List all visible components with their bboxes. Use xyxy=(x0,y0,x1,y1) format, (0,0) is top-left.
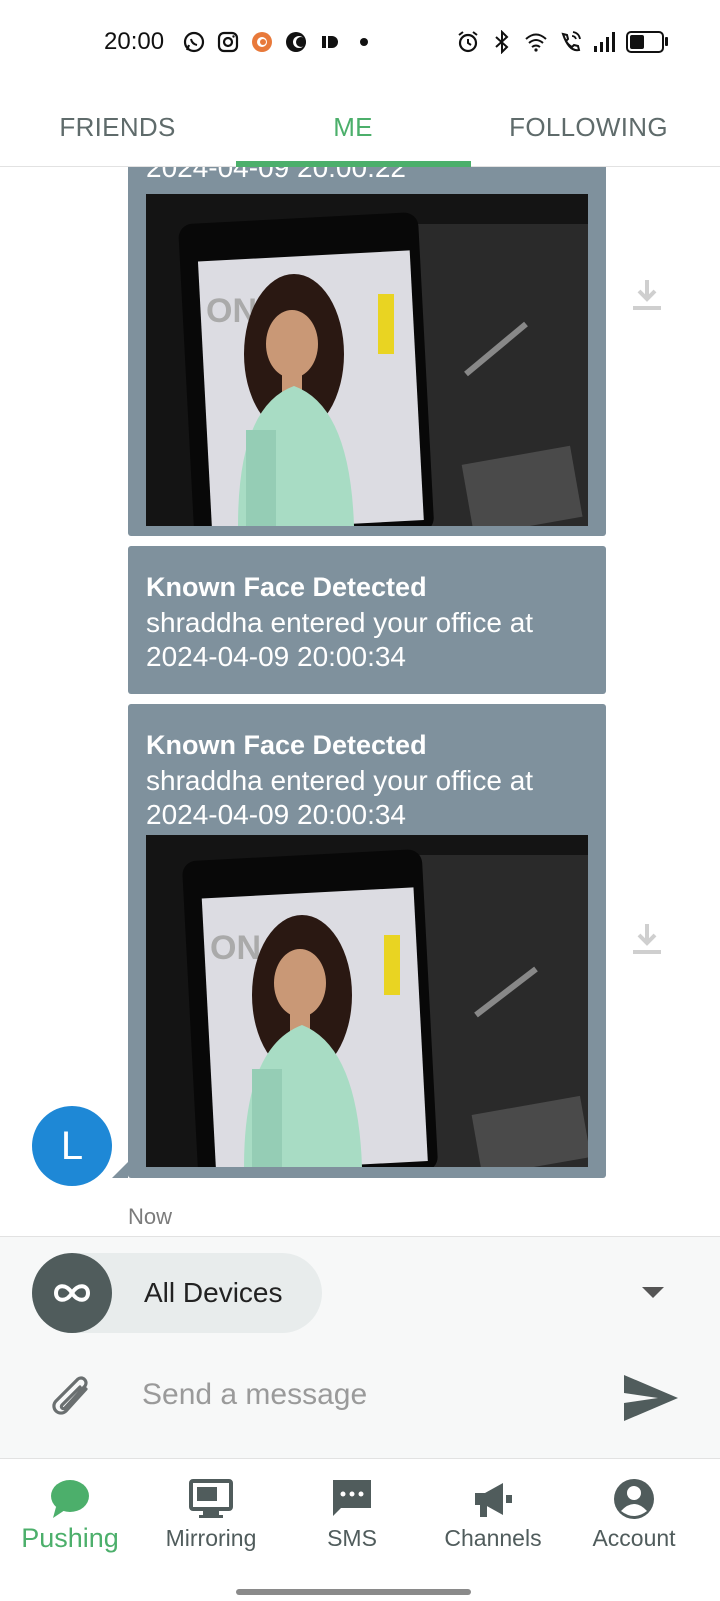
nav-pushing[interactable]: Pushing xyxy=(0,1459,140,1601)
nav-label: Mirroring xyxy=(165,1525,257,1551)
message-timestamp: 2024-04-09 20:00:34 xyxy=(146,799,406,830)
nav-channels[interactable]: Channels xyxy=(423,1459,563,1601)
dot-icon xyxy=(360,38,368,46)
message-photo[interactable]: ON xyxy=(146,835,588,1167)
message-bubble[interactable]: Known Face Detected shraddha entered you… xyxy=(128,546,606,694)
account-icon xyxy=(614,1479,654,1519)
whatsapp-icon xyxy=(183,31,205,53)
send-icon[interactable] xyxy=(622,1373,680,1423)
home-indicator[interactable] xyxy=(236,1589,471,1595)
instagram-icon xyxy=(217,31,239,53)
dropdown-arrow-icon[interactable] xyxy=(642,1287,664,1298)
message-title: Known Face Detected xyxy=(146,730,427,760)
message-body: 2024-04-09 20:00:22 xyxy=(146,166,406,183)
wifi-icon xyxy=(525,33,547,52)
infinity-icon xyxy=(32,1253,112,1333)
nav-mirroring[interactable]: Mirroring xyxy=(141,1459,281,1601)
message-bubble[interactable]: 2024-04-09 20:00:22 ON xyxy=(128,166,606,536)
nav-label: Pushing xyxy=(21,1523,119,1553)
megaphone-icon xyxy=(475,1483,512,1517)
message-body: shraddha entered your office at xyxy=(146,607,534,638)
status-bar: 20:00 xyxy=(0,0,720,88)
top-tabs: FRIENDS ME FOLLOWING xyxy=(0,88,720,167)
message-title: Known Face Detected xyxy=(146,572,427,602)
status-time: 20:00 xyxy=(104,28,165,55)
download-icon[interactable] xyxy=(632,278,662,312)
photo-image: ON xyxy=(146,835,588,1167)
tab-friends[interactable]: FRIENDS xyxy=(0,88,235,166)
alarm-icon xyxy=(458,31,478,53)
wifi-calling-icon xyxy=(561,31,581,52)
tab-me[interactable]: ME xyxy=(235,88,471,166)
active-tab-indicator xyxy=(236,161,471,167)
svg-text:ON: ON xyxy=(210,929,261,967)
message-feed[interactable]: 2024-04-09 20:00:22 ON Known Face Detect… xyxy=(0,166,720,1236)
sms-icon xyxy=(333,1480,371,1516)
chat-bubble-icon xyxy=(51,1480,89,1518)
message-photo[interactable]: ON xyxy=(146,194,588,526)
moon-icon xyxy=(286,32,306,52)
message-timestamp: 2024-04-09 20:00:34 xyxy=(146,641,406,672)
nav-label: Channels xyxy=(444,1525,542,1551)
bottom-navigation: Pushing Mirroring SMS Channels Account xyxy=(0,1458,720,1601)
message-body: shraddha entered your office at xyxy=(146,765,534,796)
pushbullet-icon xyxy=(322,36,338,48)
nav-label: SMS xyxy=(327,1525,377,1551)
composer: All Devices xyxy=(0,1236,720,1459)
bubble-tail xyxy=(112,1162,128,1178)
nav-account[interactable]: Account xyxy=(564,1459,704,1601)
tab-following[interactable]: FOLLOWING xyxy=(471,88,706,166)
nav-label: Account xyxy=(592,1525,676,1551)
message-bubble[interactable]: Known Face Detected shraddha entered you… xyxy=(128,704,606,1178)
photo-image: ON xyxy=(146,194,588,526)
time-label: Now xyxy=(128,1204,173,1229)
battery-icon xyxy=(626,31,668,53)
nav-sms[interactable]: SMS xyxy=(282,1459,422,1601)
signal-icon xyxy=(594,32,615,52)
bluetooth-icon xyxy=(495,30,509,54)
paperclip-icon[interactable] xyxy=(48,1371,94,1421)
device-selector[interactable]: All Devices xyxy=(32,1253,322,1333)
download-icon[interactable] xyxy=(632,922,662,956)
avatar[interactable]: L xyxy=(32,1106,112,1186)
monitor-icon xyxy=(189,1479,233,1518)
message-input[interactable] xyxy=(128,1363,616,1427)
app-icon xyxy=(252,32,272,52)
device-label: All Devices xyxy=(144,1277,283,1308)
